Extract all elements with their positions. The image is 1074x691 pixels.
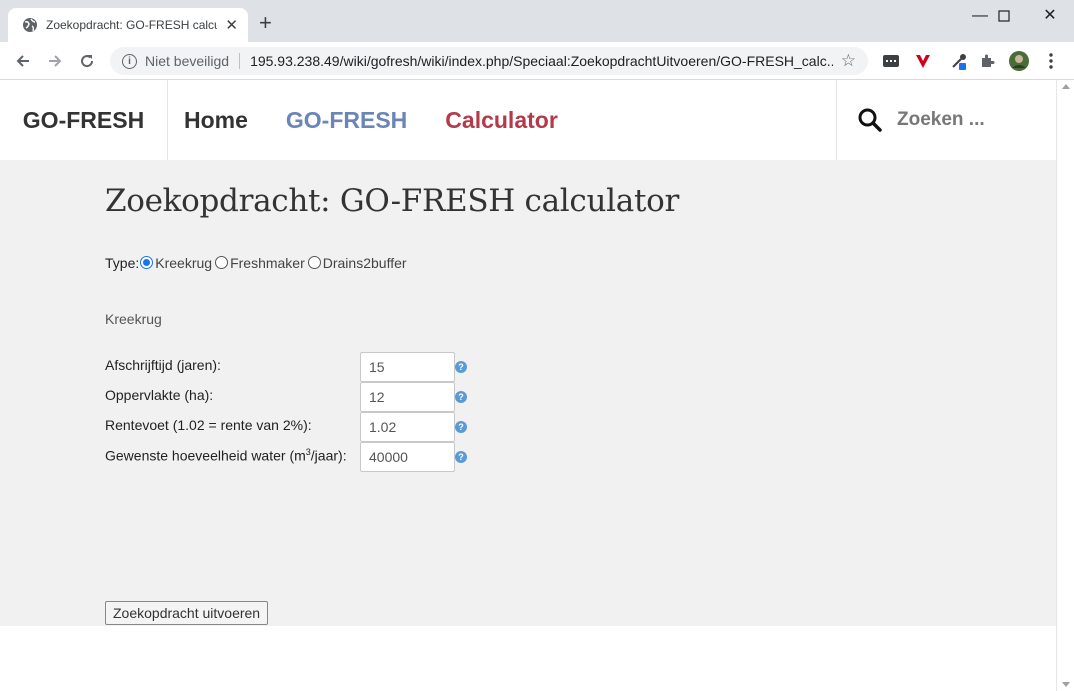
new-tab-icon[interactable]: + (259, 12, 272, 34)
field-label-afschrijftijd: Afschrijftijd (jaren): (105, 357, 221, 373)
site-navbar: GO-FRESH Home GO-FRESH Calculator Zoeken… (0, 80, 1056, 160)
menu-dots-icon[interactable] (1042, 52, 1060, 70)
extension-icon[interactable] (882, 52, 900, 70)
site-search[interactable]: Zoeken ... (836, 80, 1056, 160)
type-label: Type: (105, 255, 140, 271)
form-fields: Afschrijftijd (jaren): ? Oppervlakte (ha… (105, 352, 805, 472)
label-text: /jaar): (310, 447, 347, 464)
search-input[interactable]: Zoeken ... (897, 109, 985, 131)
hoeveelheid-water-input[interactable] (360, 442, 455, 472)
help-icon[interactable]: ? (455, 391, 467, 403)
nav-gofresh[interactable]: GO-FRESH (286, 107, 407, 134)
vivaldi-extension-icon[interactable] (914, 52, 932, 70)
url-text[interactable]: 195.93.238.49/wiki/gofresh/wiki/index.ph… (250, 53, 833, 69)
nav-calculator[interactable]: Calculator (445, 107, 557, 134)
field-row: Afschrijftijd (jaren): ? (105, 352, 805, 382)
back-icon[interactable] (12, 50, 34, 72)
field-label-rentevoet: Rentevoet (1.02 = rente van 2%): (105, 417, 312, 433)
help-icon[interactable]: ? (455, 451, 467, 463)
field-label-hoeveelheid-water: Gewenste hoeveelheid water (m3/jaar): (105, 447, 360, 464)
field-row: Oppervlakte (ha): ? (105, 382, 805, 412)
scrollbar[interactable] (1056, 80, 1074, 691)
bookmark-star-icon[interactable]: ☆ (841, 51, 856, 71)
submit-button[interactable]: Zoekopdracht uitvoeren (105, 601, 269, 625)
site-menu: Home GO-FRESH Calculator (184, 80, 558, 160)
browser-tabstrip: Zoekopdracht: GO-FRESH calculator ✕ + — … (0, 0, 1074, 42)
page-viewport: GO-FRESH Home GO-FRESH Calculator Zoeken… (0, 80, 1074, 691)
eyedropper-icon[interactable] (950, 52, 968, 70)
maximize-icon[interactable] (981, 6, 1027, 28)
browser-toolbar: i Niet beveiligd 195.93.238.49/wiki/gofr… (0, 42, 1074, 80)
help-icon[interactable]: ? (455, 421, 467, 433)
page-title: Zoekopdracht: GO-FRESH calculator (105, 183, 679, 219)
globe-icon (23, 18, 37, 32)
window-close-icon[interactable]: ✕ (1027, 6, 1073, 26)
site-brand[interactable]: GO-FRESH (0, 80, 168, 160)
radio-label-drains2buffer[interactable]: Drains2buffer (323, 255, 407, 271)
field-row: Gewenste hoeveelheid water (m3/jaar): ? (105, 442, 805, 472)
security-label[interactable]: Niet beveiligd (145, 53, 229, 69)
info-icon[interactable]: i (122, 53, 137, 69)
rentevoet-input[interactable] (360, 412, 455, 442)
radio-label-kreekrug[interactable]: Kreekrug (155, 255, 212, 271)
forward-icon[interactable] (44, 50, 66, 72)
scroll-down-icon[interactable] (1062, 682, 1070, 687)
browser-tab[interactable]: Zoekopdracht: GO-FRESH calculator ✕ (8, 8, 248, 42)
radio-kreekrug[interactable] (140, 255, 154, 269)
type-selector: Type: Kreekrug Freshmaker Drains2buffer (105, 255, 805, 271)
afschrijftijd-input[interactable] (360, 352, 455, 382)
radio-label-freshmaker[interactable]: Freshmaker (230, 255, 305, 271)
radio-freshmaker[interactable] (215, 255, 229, 269)
puzzle-icon[interactable] (978, 52, 996, 70)
label-text: Gewenste hoeveelheid water (m (105, 447, 306, 464)
section-title: Kreekrug (105, 311, 162, 327)
help-icon[interactable]: ? (455, 361, 467, 373)
radio-drains2buffer[interactable] (307, 255, 321, 269)
close-icon[interactable]: ✕ (225, 18, 238, 33)
reload-icon[interactable] (76, 50, 98, 72)
scroll-up-icon[interactable] (1062, 84, 1070, 89)
divider (239, 53, 241, 69)
oppervlakte-input[interactable] (360, 382, 455, 412)
content-inner: Zoekopdracht: GO-FRESH calculator Type: … (105, 160, 805, 472)
nav-home[interactable]: Home (184, 107, 248, 134)
field-row: Rentevoet (1.02 = rente van 2%): ? (105, 412, 805, 442)
profile-avatar[interactable] (1009, 51, 1029, 71)
main-content: Zoekopdracht: GO-FRESH calculator Type: … (0, 160, 1056, 626)
address-bar[interactable]: i Niet beveiligd 195.93.238.49/wiki/gofr… (110, 47, 868, 75)
field-label-oppervlakte: Oppervlakte (ha): (105, 387, 214, 403)
tab-title: Zoekopdracht: GO-FRESH calculator (46, 18, 218, 32)
search-icon[interactable] (857, 107, 883, 133)
